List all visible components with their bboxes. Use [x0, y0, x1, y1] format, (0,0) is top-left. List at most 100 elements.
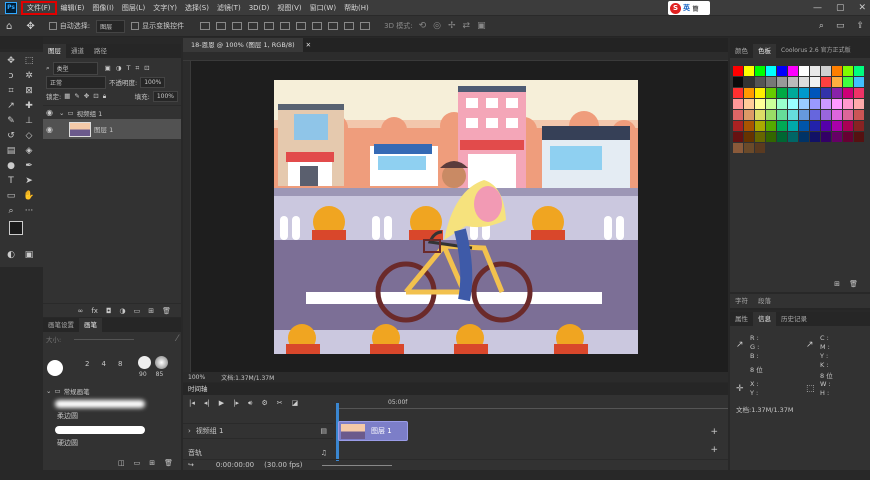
- color-swatch[interactable]: [733, 99, 743, 109]
- frame-tool-icon[interactable]: ⊠: [22, 84, 36, 98]
- color-swatch[interactable]: [799, 66, 809, 76]
- chevron-right-icon[interactable]: ›: [188, 427, 191, 435]
- color-swatch[interactable]: [821, 110, 831, 120]
- track-name[interactable]: 视频组 1: [196, 426, 224, 436]
- fill-input[interactable]: 100%: [152, 90, 178, 102]
- menu-select[interactable]: 选择(S): [181, 0, 213, 16]
- tools-header[interactable]: [0, 37, 43, 49]
- color-swatch[interactable]: [733, 77, 743, 87]
- fx-icon[interactable]: fx: [91, 307, 98, 315]
- more-tools-icon[interactable]: ···: [22, 204, 36, 218]
- eyedropper-icon[interactable]: ↗: [4, 99, 18, 113]
- color-swatch[interactable]: [788, 77, 798, 87]
- color-swatch[interactable]: [799, 132, 809, 142]
- color-swatch[interactable]: [832, 77, 842, 87]
- color-swatch[interactable]: [843, 77, 853, 87]
- new-layer-icon[interactable]: ⊞: [148, 307, 154, 315]
- color-swatch[interactable]: [854, 99, 864, 109]
- film-icon[interactable]: ▤: [320, 427, 327, 435]
- slide-3d-icon[interactable]: ⇄: [463, 21, 471, 31]
- color-swatch[interactable]: [766, 88, 776, 98]
- pen-tool-icon[interactable]: ✒: [22, 159, 36, 173]
- distribute-h-icon[interactable]: [312, 22, 323, 30]
- minimize-button[interactable]: —: [813, 3, 822, 13]
- color-swatch[interactable]: [777, 110, 787, 120]
- search-icon[interactable]: ⌕: [819, 21, 824, 31]
- current-time[interactable]: 0:00:00:00: [216, 461, 254, 469]
- first-frame-icon[interactable]: |◂: [189, 399, 195, 407]
- filter-adjust-icon[interactable]: ◑: [116, 64, 122, 73]
- tab-color[interactable]: 颜色: [730, 44, 753, 58]
- transition-icon[interactable]: ◪: [292, 399, 299, 407]
- lasso-tool-icon[interactable]: ↄ: [4, 69, 18, 83]
- color-swatch[interactable]: [821, 88, 831, 98]
- color-swatch[interactable]: [744, 99, 754, 109]
- time-ruler[interactable]: 05:00f: [336, 395, 728, 409]
- stamp-tool-icon[interactable]: ⊥: [22, 114, 36, 128]
- layer-group-row[interactable]: ◉ ⌄ ▭ 视频组 1: [43, 105, 181, 119]
- new-swatch-icon[interactable]: ⊞: [834, 280, 840, 288]
- opacity-input[interactable]: 100%: [140, 76, 166, 88]
- tab-character[interactable]: 字符: [730, 294, 753, 308]
- color-swatch[interactable]: [733, 132, 743, 142]
- blend-mode-dropdown[interactable]: 正常: [46, 75, 106, 89]
- color-swatch[interactable]: [788, 88, 798, 98]
- color-swatch[interactable]: [843, 66, 853, 76]
- ime-indicator[interactable]: S英 簡: [668, 1, 710, 15]
- brush-view-icon[interactable]: ◫: [118, 459, 125, 467]
- color-swatch[interactable]: [810, 99, 820, 109]
- color-swatch[interactable]: [788, 121, 798, 131]
- eraser-tool-icon[interactable]: ◇: [22, 129, 36, 143]
- color-swatch[interactable]: [788, 99, 798, 109]
- home-icon[interactable]: ⌂: [6, 21, 12, 32]
- tab-paragraph[interactable]: 段落: [753, 294, 776, 308]
- tab-paths[interactable]: 路径: [89, 44, 112, 58]
- color-swatch[interactable]: [777, 132, 787, 142]
- chevron-down-icon[interactable]: ⌄: [46, 387, 51, 395]
- color-swatch[interactable]: [821, 99, 831, 109]
- close-button[interactable]: ✕: [858, 3, 866, 13]
- color-swatch[interactable]: [832, 110, 842, 120]
- play-icon[interactable]: ▶: [219, 399, 224, 407]
- brush-preset-4[interactable]: 4: [101, 360, 105, 368]
- tab-brushes[interactable]: 画笔: [79, 318, 102, 332]
- color-swatch[interactable]: [821, 77, 831, 87]
- color-swatch[interactable]: [832, 132, 842, 142]
- color-swatch[interactable]: [843, 99, 853, 109]
- group-name[interactable]: 视频组 1: [77, 108, 103, 118]
- color-swatch[interactable]: [854, 66, 864, 76]
- color-swatch[interactable]: [788, 66, 798, 76]
- brush-preset-2[interactable]: 2: [85, 360, 89, 368]
- artwork-illustration[interactable]: [274, 80, 638, 354]
- scale-3d-icon[interactable]: ▣: [477, 21, 486, 31]
- timeline-clip[interactable]: 图层 1: [338, 421, 408, 441]
- quick-mask-icon[interactable]: ◐: [4, 248, 18, 262]
- color-swatch[interactable]: [744, 143, 754, 153]
- share-icon[interactable]: ⇪: [856, 21, 864, 31]
- color-swatch[interactable]: [766, 77, 776, 87]
- pan-3d-icon[interactable]: ✢: [448, 21, 456, 31]
- color-swatch[interactable]: [810, 77, 820, 87]
- healing-brush-icon[interactable]: ✚: [22, 99, 36, 113]
- delete-layer-icon[interactable]: 🗑︎: [162, 307, 171, 315]
- size-slider[interactable]: [74, 338, 135, 340]
- tab-info[interactable]: 信息: [753, 312, 776, 326]
- color-swatch[interactable]: [733, 121, 743, 131]
- color-swatch[interactable]: [810, 110, 820, 120]
- align-center-icon[interactable]: [216, 22, 227, 30]
- tab-layers[interactable]: 图层: [43, 44, 66, 58]
- color-swatch[interactable]: [744, 110, 754, 120]
- menu-view[interactable]: 视图(V): [273, 0, 305, 16]
- align-right-icon[interactable]: [232, 22, 243, 30]
- screen-mode-icon[interactable]: ▣: [22, 248, 36, 262]
- color-swatch[interactable]: [755, 110, 765, 120]
- color-swatch[interactable]: [766, 132, 776, 142]
- distribute-v-icon[interactable]: [328, 22, 339, 30]
- brush-hard-round[interactable]: 硬边圆: [57, 438, 78, 448]
- tab-history[interactable]: 历史记录: [776, 312, 812, 326]
- color-swatch[interactable]: [821, 132, 831, 142]
- prev-frame-icon[interactable]: ◂|: [204, 399, 210, 407]
- color-swatch[interactable]: [821, 66, 831, 76]
- layer-name[interactable]: 图层 1: [94, 124, 113, 134]
- layer-row[interactable]: ◉ 图层 1: [43, 119, 181, 139]
